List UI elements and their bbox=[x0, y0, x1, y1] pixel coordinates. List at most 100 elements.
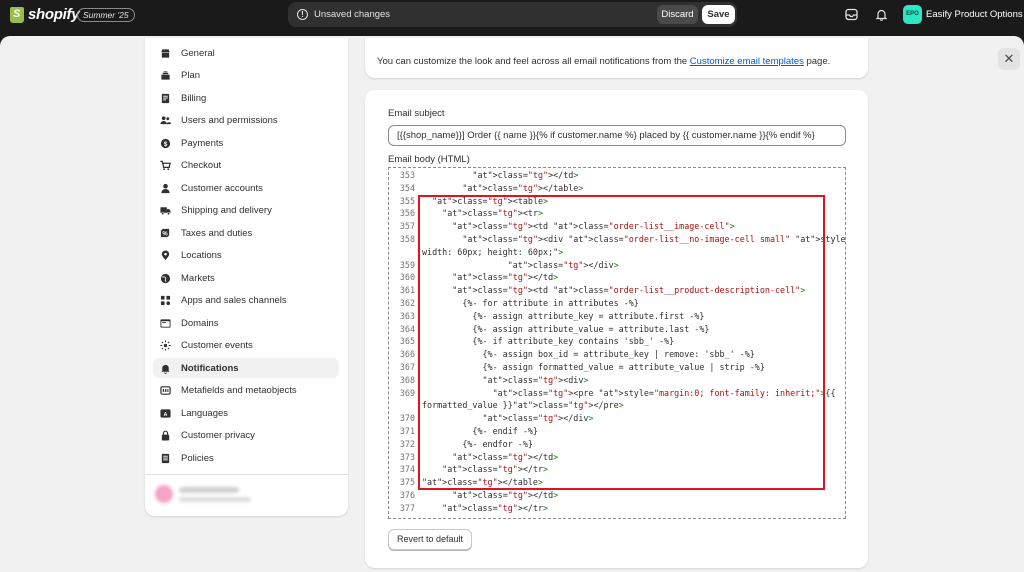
sidebar-item-label: Markets bbox=[181, 272, 215, 284]
lock-icon bbox=[159, 430, 171, 442]
sidebar-item-label: Languages bbox=[181, 407, 229, 419]
sidebar-item-payments[interactable]: $ Payments bbox=[153, 133, 339, 153]
line-number: 376 bbox=[399, 490, 415, 500]
email-subject-input[interactable]: [{{shop_name}}] Order {{ name }}{% if cu… bbox=[388, 125, 846, 146]
user-avatar[interactable] bbox=[155, 485, 173, 503]
email-template-card: Email subject [{{shop_name}}] Order {{ n… bbox=[365, 90, 868, 568]
sidebar-item-label: Shipping and delivery bbox=[181, 205, 272, 216]
store-avatar[interactable]: EPO bbox=[903, 5, 922, 24]
save-button[interactable]: Save bbox=[702, 5, 735, 24]
language-icon: A bbox=[159, 407, 171, 419]
inbox-icon[interactable] bbox=[845, 8, 858, 21]
users-icon bbox=[159, 115, 171, 127]
sidebar-item-plan[interactable]: Plan bbox=[153, 66, 339, 86]
sidebar-item-label: Customer accounts bbox=[181, 182, 263, 194]
store-name[interactable]: Easify Product Options bbox=[926, 9, 1023, 20]
code-text: "at">class="tg"></tr> bbox=[442, 502, 549, 513]
highlight-annotation-box bbox=[418, 195, 825, 490]
sidebar-item-customer-events[interactable]: Customer events bbox=[153, 336, 339, 356]
line-number: 365 bbox=[399, 336, 415, 347]
unsaved-changes-bar: ! Unsaved changes Discard Save bbox=[288, 2, 737, 27]
user-email-redacted bbox=[179, 497, 251, 502]
sidebar-item-label: Taxes and duties bbox=[181, 227, 253, 239]
sidebar-item-customer-privacy[interactable]: Customer privacy bbox=[153, 426, 339, 446]
apps-icon bbox=[159, 295, 171, 307]
line-number: 373 bbox=[399, 451, 415, 462]
line-number: 361 bbox=[399, 285, 415, 296]
person-icon bbox=[159, 182, 171, 194]
sidebar-item-label: Users and permissions bbox=[181, 115, 278, 126]
notifications-bell-icon[interactable] bbox=[875, 8, 888, 21]
store-icon bbox=[159, 47, 171, 59]
line-number: 374 bbox=[399, 464, 415, 475]
info-text: You can customize the look and feel acro… bbox=[377, 56, 830, 67]
code-text: "at">class="tg"></td> bbox=[452, 490, 559, 500]
line-number: 371 bbox=[399, 426, 415, 436]
domain-icon bbox=[159, 317, 171, 329]
bell-icon bbox=[159, 362, 171, 374]
top-bar: shopify Summer '25 ! Unsaved changes Dis… bbox=[0, 0, 1024, 30]
main-frame: General Plan Billing Users and permissions $… bbox=[0, 36, 1024, 572]
sidebar-item-policies[interactable]: Policies bbox=[153, 448, 339, 468]
line-number: 370 bbox=[399, 413, 415, 424]
metafields-icon bbox=[159, 385, 171, 397]
line-number: 355 bbox=[399, 195, 415, 206]
alert-icon: ! bbox=[297, 9, 308, 20]
sidebar-item-label: Plan bbox=[181, 70, 201, 81]
code-line: 353 "at">class="tg"></td> bbox=[389, 169, 845, 182]
svg-text:A: A bbox=[163, 411, 167, 417]
line-number: 362 bbox=[399, 298, 415, 308]
line-number: 377 bbox=[399, 502, 415, 513]
sidebar-item-label: Checkout bbox=[181, 160, 222, 171]
sidebar-item-taxes-and-duties[interactable]: % Taxes and duties bbox=[153, 223, 339, 243]
sidebar-item-shipping-and-delivery[interactable]: Shipping and delivery bbox=[153, 201, 339, 221]
line-number: 367 bbox=[399, 362, 415, 372]
sidebar-item-label: Customer privacy bbox=[181, 430, 255, 441]
shopify-bag-icon bbox=[10, 6, 24, 23]
shopify-logo[interactable]: shopify bbox=[10, 6, 80, 23]
sidebar-item-locations[interactable]: Locations bbox=[153, 246, 339, 266]
sidebar-item-general[interactable]: General bbox=[153, 43, 339, 63]
policies-icon bbox=[159, 452, 171, 464]
sidebar-item-markets[interactable]: Markets bbox=[153, 268, 339, 288]
code-line: 376 "at">class="tg"></td> bbox=[389, 489, 845, 502]
sidebar-item-apps-and-sales-channels[interactable]: Apps and sales channels bbox=[153, 291, 339, 311]
sidebar-item-label: Billing bbox=[181, 92, 207, 104]
email-body-code-editor[interactable]: 353 "at">class="tg"></td> 354 "at">class=… bbox=[388, 167, 846, 519]
sidebar-item-notifications[interactable]: Notifications bbox=[153, 358, 339, 378]
unsaved-changes-text: Unsaved changes bbox=[314, 9, 391, 20]
edition-badge[interactable]: Summer '25 bbox=[77, 8, 135, 22]
tax-icon: % bbox=[159, 227, 171, 239]
close-button[interactable]: ✕ bbox=[998, 48, 1020, 70]
sidebar-item-domains[interactable]: Domains bbox=[153, 313, 339, 333]
line-number: 357 bbox=[399, 221, 415, 232]
line-number: 356 bbox=[399, 208, 415, 219]
line-number: 369 bbox=[399, 387, 415, 398]
sidebar-item-label: Payments bbox=[181, 137, 224, 149]
sidebar-item-checkout[interactable]: Checkout bbox=[153, 156, 339, 176]
customize-email-templates-link[interactable]: Customize email templates bbox=[690, 56, 804, 67]
sidebar-item-customer-accounts[interactable]: Customer accounts bbox=[153, 178, 339, 198]
sidebar-item-metafields-and-metaobjects[interactable]: Metafields and metaobjects bbox=[153, 381, 339, 401]
email-subject-label: Email subject bbox=[388, 108, 445, 119]
sidebar-item-label: Locations bbox=[181, 250, 222, 261]
line-number: 358 bbox=[399, 234, 415, 244]
line-number: 360 bbox=[399, 272, 415, 283]
revert-to-default-button[interactable]: Revert to default bbox=[388, 529, 472, 550]
sidebar-item-label: Metafields and metaobjects bbox=[181, 385, 297, 396]
discard-button[interactable]: Discard bbox=[657, 5, 698, 24]
line-number: 363 bbox=[399, 310, 415, 321]
brand-name: shopify bbox=[28, 6, 80, 23]
sidebar-item-billing[interactable]: Billing bbox=[153, 88, 339, 108]
code-line: 377 "at">class="tg"></tr> bbox=[389, 502, 845, 515]
line-number: 372 bbox=[399, 438, 415, 449]
sidebar-item-languages[interactable]: A Languages bbox=[153, 403, 339, 423]
line-number: 368 bbox=[399, 374, 415, 385]
sidebar-item-users-and-permissions[interactable]: Users and permissions bbox=[153, 111, 339, 131]
line-number: 375 bbox=[399, 477, 415, 488]
info-banner: You can customize the look and feel acro… bbox=[365, 38, 868, 78]
line-number: 359 bbox=[399, 259, 415, 270]
svg-text:%: % bbox=[162, 231, 168, 237]
sidebar-item-label: Notifications bbox=[181, 362, 239, 374]
globe-icon bbox=[159, 272, 171, 284]
